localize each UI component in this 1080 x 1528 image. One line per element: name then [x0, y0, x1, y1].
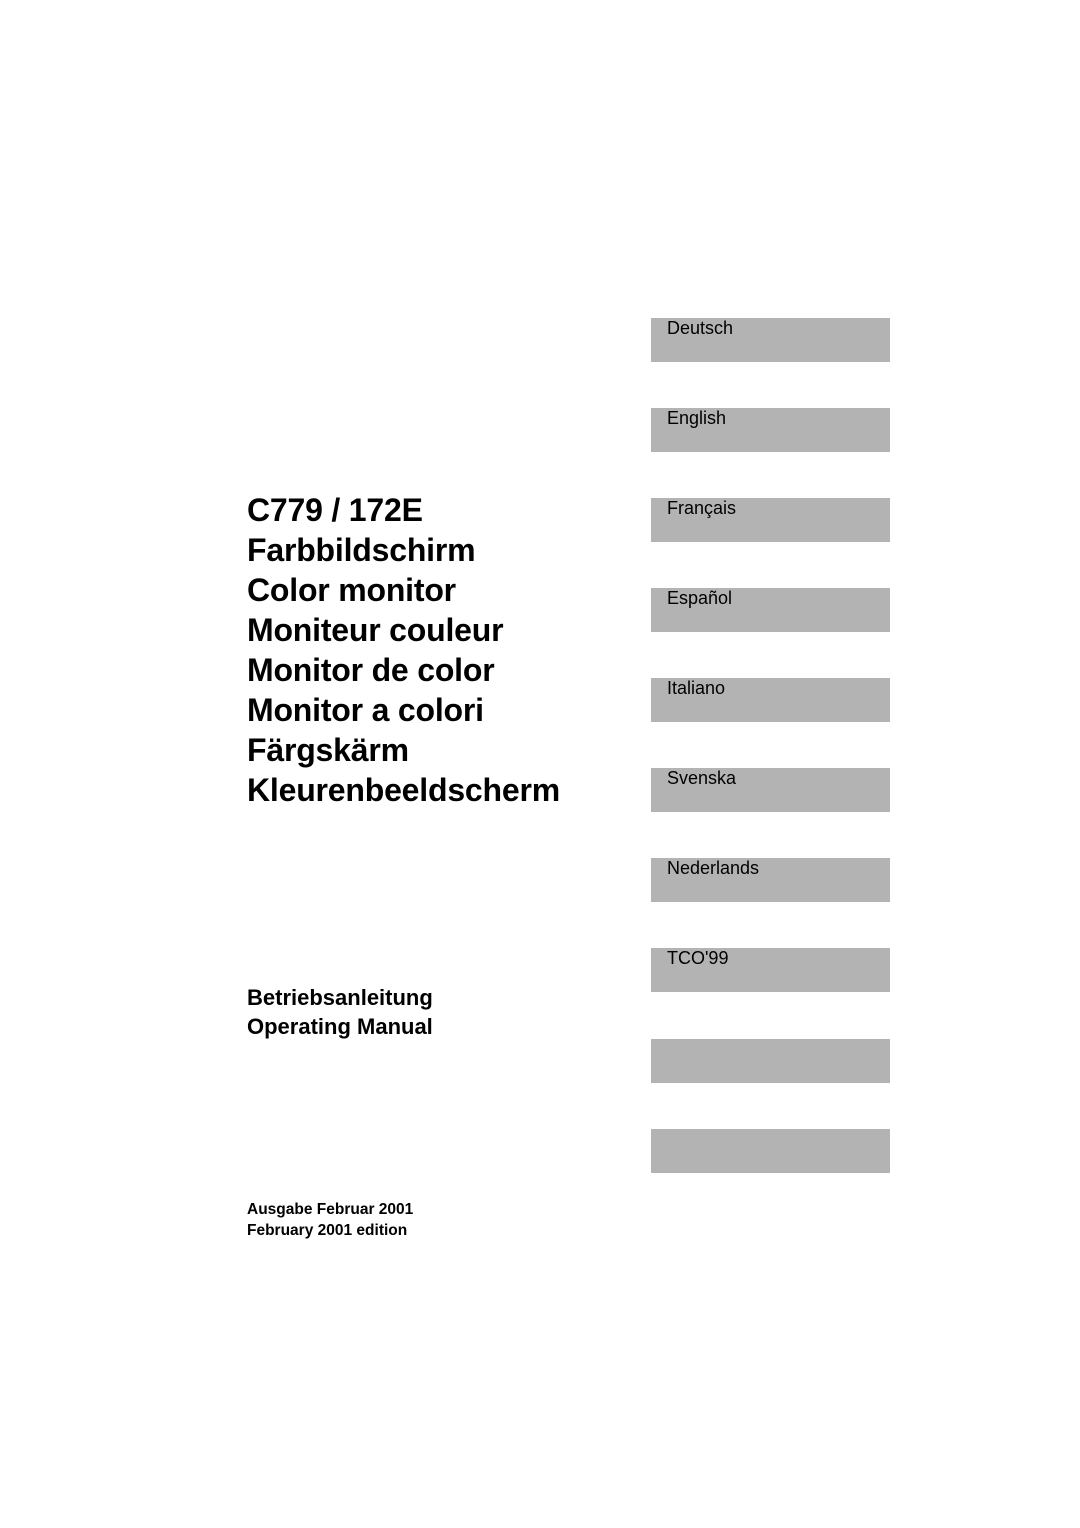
tab-blank-1 — [651, 1039, 890, 1083]
tab-label: English — [667, 408, 727, 428]
tab-label: Italiano — [667, 678, 726, 698]
tab-blank-2 — [651, 1129, 890, 1173]
tab-label: TCO'99 — [667, 948, 729, 968]
title-model: C779 / 172E — [247, 492, 423, 528]
tab-espanol[interactable]: Español — [651, 588, 890, 632]
manual-subtitle: Betriebsanleitung Operating Manual — [247, 983, 433, 1041]
tab-label: Deutsch — [667, 318, 734, 338]
tab-label: Español — [667, 588, 733, 608]
tab-italiano[interactable]: Italiano — [651, 678, 890, 722]
tab-tco99[interactable]: TCO'99 — [651, 948, 890, 992]
edition-german: Ausgabe Februar 2001 — [247, 1201, 414, 1218]
tab-svenska[interactable]: Svenska — [651, 768, 890, 812]
title-swedish: Färgskärm — [247, 732, 409, 768]
title-spanish: Monitor de color — [247, 652, 495, 688]
tab-label: Français — [667, 498, 737, 518]
tab-francais[interactable]: Français — [651, 498, 890, 542]
title-italian: Monitor a colori — [247, 692, 484, 728]
subtitle-german: Betriebsanleitung — [247, 985, 433, 1010]
edition-info: Ausgabe Februar 2001 February 2001 editi… — [247, 1199, 413, 1241]
title-german: Farbbildschirm — [247, 532, 476, 568]
subtitle-english: Operating Manual — [247, 1014, 433, 1039]
tab-nederlands[interactable]: Nederlands — [651, 858, 890, 902]
title-dutch: Kleurenbeeldscherm — [247, 772, 560, 808]
edition-english: February 2001 edition — [247, 1222, 408, 1239]
title-french: Moniteur couleur — [247, 612, 504, 648]
tab-label: Svenska — [667, 768, 737, 788]
tab-deutsch[interactable]: Deutsch — [651, 318, 890, 362]
title-english: Color monitor — [247, 572, 456, 608]
document-title: C779 / 172E Farbbildschirm Color monitor… — [247, 490, 560, 810]
tab-label: Nederlands — [667, 858, 760, 878]
tab-english[interactable]: English — [651, 408, 890, 452]
